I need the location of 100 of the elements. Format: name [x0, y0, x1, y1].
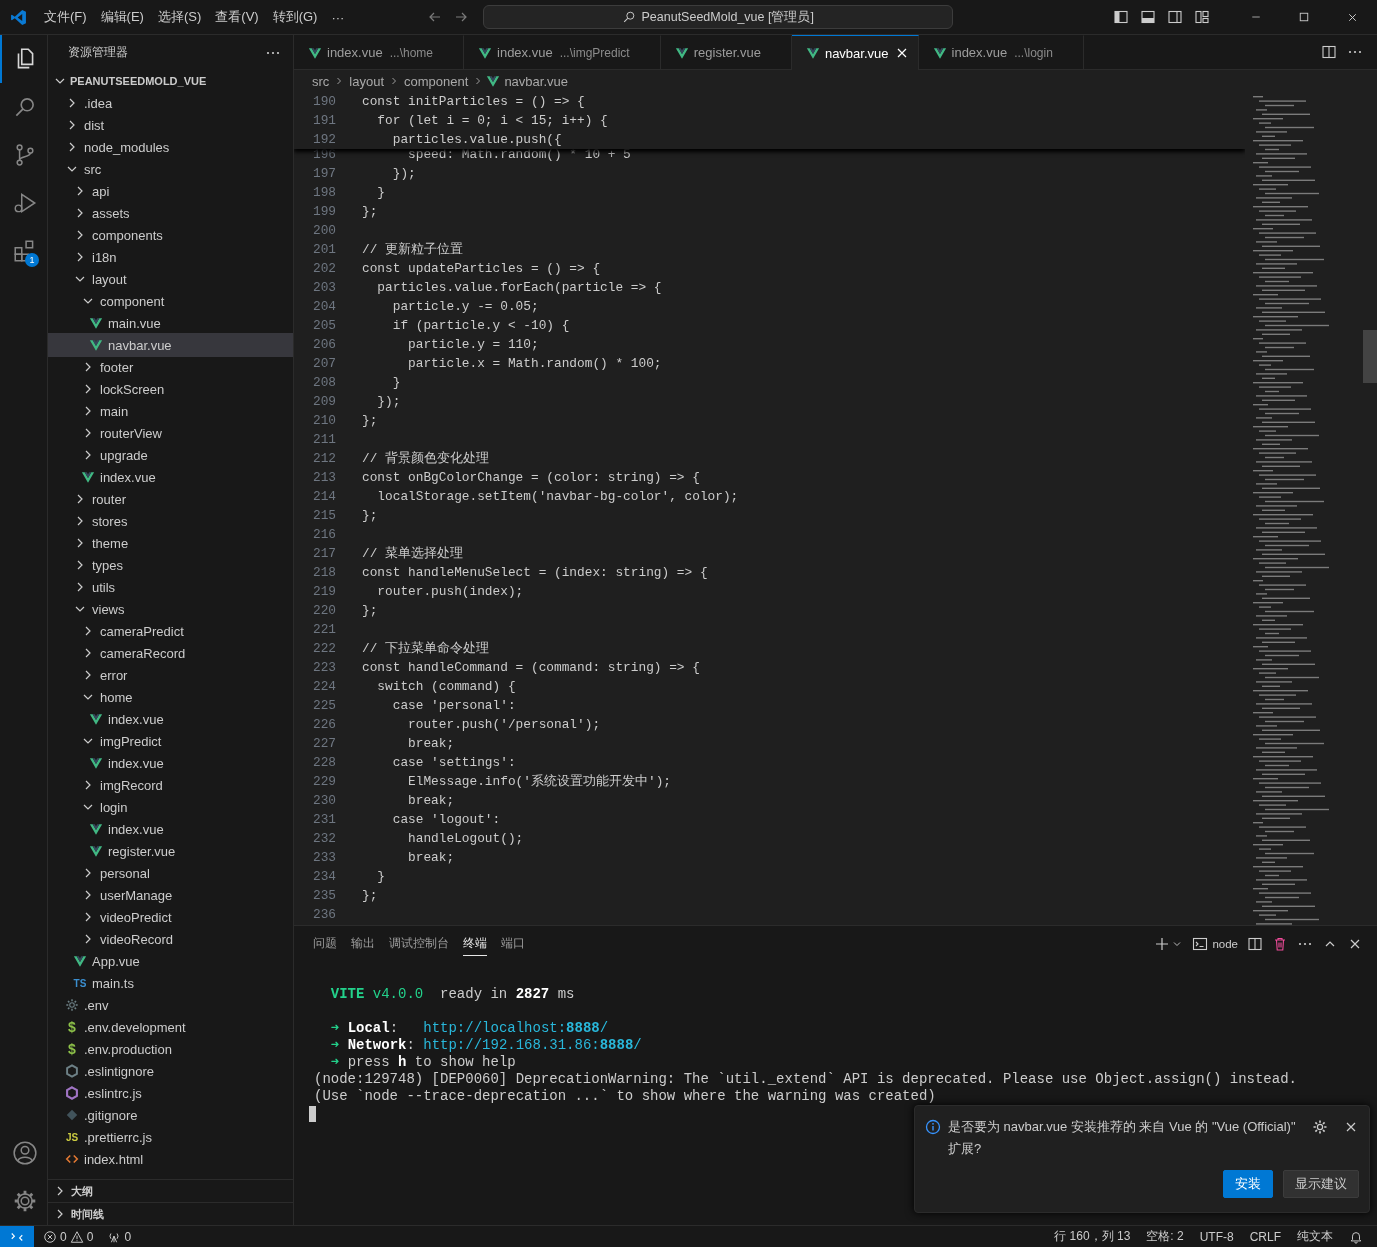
tree-item[interactable]: lockScreen: [48, 378, 293, 400]
tree-item[interactable]: videoPredict: [48, 906, 293, 928]
tree-item[interactable]: index.vue: [48, 466, 293, 488]
tree-item[interactable]: JS .prettierrc.js: [48, 1126, 293, 1148]
code-line: const initParticles = () => {: [362, 94, 585, 109]
tree-item[interactable]: .gitignore: [48, 1104, 293, 1126]
tree-item[interactable]: videoRecord: [48, 928, 293, 950]
diamond-icon: [65, 1108, 79, 1122]
tree-item[interactable]: router: [48, 488, 293, 510]
tree-item[interactable]: dist: [48, 114, 293, 136]
panel-tab[interactable]: 调试控制台: [389, 931, 449, 956]
panel-tab[interactable]: 输出: [351, 931, 375, 956]
tree-item[interactable]: theme: [48, 532, 293, 554]
breadcrumb[interactable]: src: [310, 73, 332, 89]
menu-item[interactable]: 文件(F): [37, 5, 94, 29]
tree-item[interactable]: index.vue: [48, 708, 293, 730]
tree-item[interactable]: src: [48, 158, 293, 180]
status-item[interactable]: 纯文本: [1297, 1228, 1333, 1245]
menu-item[interactable]: ···: [324, 6, 352, 28]
status-item[interactable]: 空格: 2: [1146, 1228, 1184, 1245]
tree-item[interactable]: assets: [48, 202, 293, 224]
tree-item[interactable]: cameraPredict: [48, 620, 293, 642]
tree-item[interactable]: App.vue: [48, 950, 293, 972]
bell-icon[interactable]: [1349, 1229, 1363, 1244]
menu-item[interactable]: 查看(V): [208, 5, 266, 29]
tree-root[interactable]: PEANUTSEEDMOLD_VUE: [48, 70, 293, 92]
account-icon[interactable]: [11, 1140, 38, 1166]
tree-item[interactable]: userManage: [48, 884, 293, 906]
tree-item[interactable]: $ .env.production: [48, 1038, 293, 1060]
error-count[interactable]: 0: [60, 1229, 67, 1244]
tree-item[interactable]: .eslintignore: [48, 1060, 293, 1082]
tree-item[interactable]: stores: [48, 510, 293, 532]
show-suggestions-button[interactable]: 显示建议: [1283, 1170, 1359, 1198]
split-icon[interactable]: [1247, 935, 1263, 952]
tree-item[interactable]: component: [48, 290, 293, 312]
scrollbar-thumb[interactable]: [1363, 330, 1377, 383]
section-header[interactable]: 大纲: [48, 1179, 293, 1202]
command-center[interactable]: PeanutSeedMold_vue [管理员]: [483, 5, 953, 29]
tree-item[interactable]: api: [48, 180, 293, 202]
plus-icon[interactable]: [1154, 935, 1171, 952]
tree-item[interactable]: utils: [48, 576, 293, 598]
folder-name: videoRecord: [100, 931, 173, 947]
tree-item[interactable]: index.vue: [48, 752, 293, 774]
tree-item[interactable]: .idea: [48, 92, 293, 114]
tree-item[interactable]: views: [48, 598, 293, 620]
tree-item[interactable]: error: [48, 664, 293, 686]
tree-item[interactable]: $ .env.development: [48, 1016, 293, 1038]
breadcrumb[interactable]: layout: [347, 73, 387, 89]
tree-item[interactable]: .eslintrc.js: [48, 1082, 293, 1104]
secondary-sidebar-icon[interactable]: [1167, 9, 1183, 25]
remote-button[interactable]: [0, 1226, 34, 1247]
tree-item[interactable]: cameraRecord: [48, 642, 293, 664]
breadcrumb[interactable]: navbar.vue: [502, 73, 570, 89]
layout-icon[interactable]: [1194, 9, 1210, 25]
warning-count[interactable]: 0: [86, 1229, 94, 1244]
tree-item[interactable]: main.vue: [48, 312, 293, 334]
ports-count[interactable]: 0: [124, 1229, 132, 1244]
tree-item[interactable]: .env: [48, 994, 293, 1016]
tree-item[interactable]: types: [48, 554, 293, 576]
tree-item[interactable]: navbar.vue: [48, 334, 293, 356]
panel-tab[interactable]: 端口: [501, 931, 525, 956]
tree-item[interactable]: main: [48, 400, 293, 422]
panel-tab[interactable]: 问题: [313, 931, 337, 956]
breadcrumb[interactable]: component: [402, 73, 471, 89]
trash-icon[interactable]: [1272, 935, 1288, 952]
editor-tab[interactable]: navbar.vue: [791, 35, 919, 70]
tree-item[interactable]: imgRecord: [48, 774, 293, 796]
tree-item[interactable]: components: [48, 224, 293, 246]
tree-item[interactable]: login: [48, 796, 293, 818]
tree-item[interactable]: home: [48, 686, 293, 708]
vue-icon: [89, 844, 103, 858]
menu-item[interactable]: 编辑(E): [93, 5, 151, 29]
install-button[interactable]: 安装: [1223, 1170, 1273, 1198]
sidebar-toggle-icon[interactable]: [1113, 9, 1129, 25]
tree-item[interactable]: index.vue: [48, 818, 293, 840]
split-editor-icon[interactable]: [1321, 44, 1337, 60]
panel-tab[interactable]: 终端: [463, 931, 487, 956]
tree-item[interactable]: routerView: [48, 422, 293, 444]
tree-item[interactable]: footer: [48, 356, 293, 378]
tree-item[interactable]: index.html: [48, 1148, 293, 1170]
panel-toggle-icon[interactable]: [1140, 9, 1156, 25]
tree-item[interactable]: i18n: [48, 246, 293, 268]
menu-item[interactable]: 选择(S): [150, 5, 209, 29]
maximize-icon[interactable]: [1298, 10, 1310, 23]
status-item[interactable]: CRLF: [1249, 1229, 1281, 1244]
tree-item[interactable]: TS main.ts: [48, 972, 293, 994]
menu-item[interactable]: 转到(G): [265, 5, 325, 29]
tree-item[interactable]: upgrade: [48, 444, 293, 466]
tree-item[interactable]: layout: [48, 268, 293, 290]
status-item[interactable]: 行 160，列 13: [1054, 1228, 1131, 1245]
code-line: }: [376, 185, 386, 200]
tree-item[interactable]: personal: [48, 862, 293, 884]
terminal-selector[interactable]: node: [1192, 935, 1238, 952]
tree-item[interactable]: node_modules: [48, 136, 293, 158]
line-number: 231: [311, 812, 336, 827]
settings-icon[interactable]: [1312, 1119, 1328, 1135]
line-number: 204: [311, 299, 336, 314]
tree-item[interactable]: imgPredict: [48, 730, 293, 752]
tree-item[interactable]: register.vue: [48, 840, 293, 862]
status-item[interactable]: UTF-8: [1199, 1229, 1234, 1244]
